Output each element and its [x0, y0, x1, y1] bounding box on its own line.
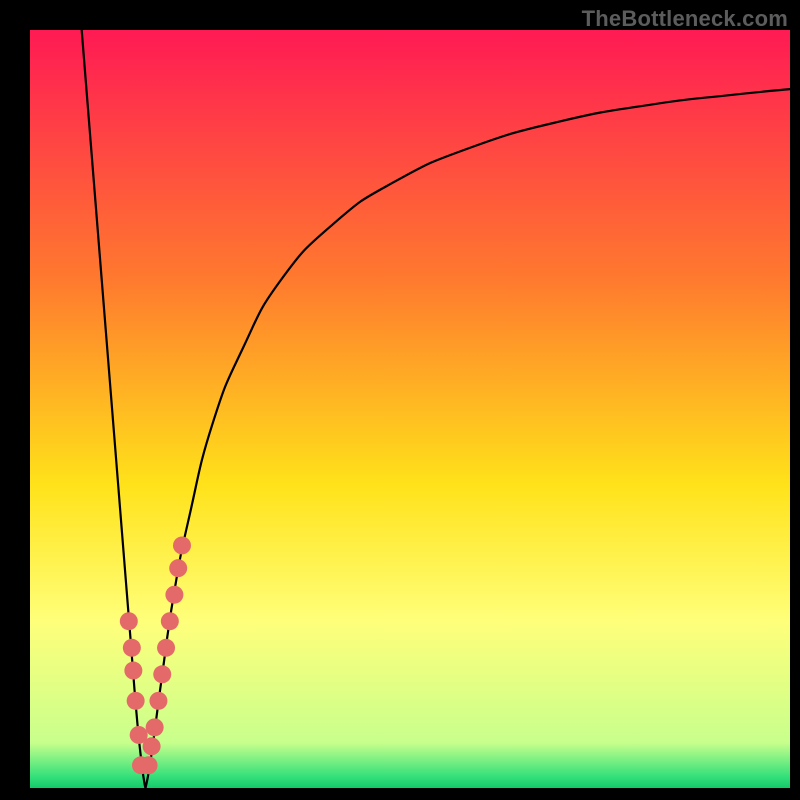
chart-stage: TheBottleneck.com — [0, 0, 800, 800]
plot-background-gradient — [30, 30, 790, 788]
marker-dot — [169, 559, 187, 577]
marker-dot — [143, 737, 161, 755]
marker-dot — [124, 662, 142, 680]
marker-dot — [149, 692, 167, 710]
bottleneck-chart — [0, 0, 800, 800]
marker-dot — [153, 665, 171, 683]
marker-dot — [146, 718, 164, 736]
marker-dot — [140, 756, 158, 774]
marker-dot — [157, 639, 175, 657]
marker-dot — [127, 692, 145, 710]
marker-dot — [165, 586, 183, 604]
marker-dot — [173, 536, 191, 554]
marker-dot — [123, 639, 141, 657]
marker-dot — [120, 612, 138, 630]
marker-dot — [161, 612, 179, 630]
